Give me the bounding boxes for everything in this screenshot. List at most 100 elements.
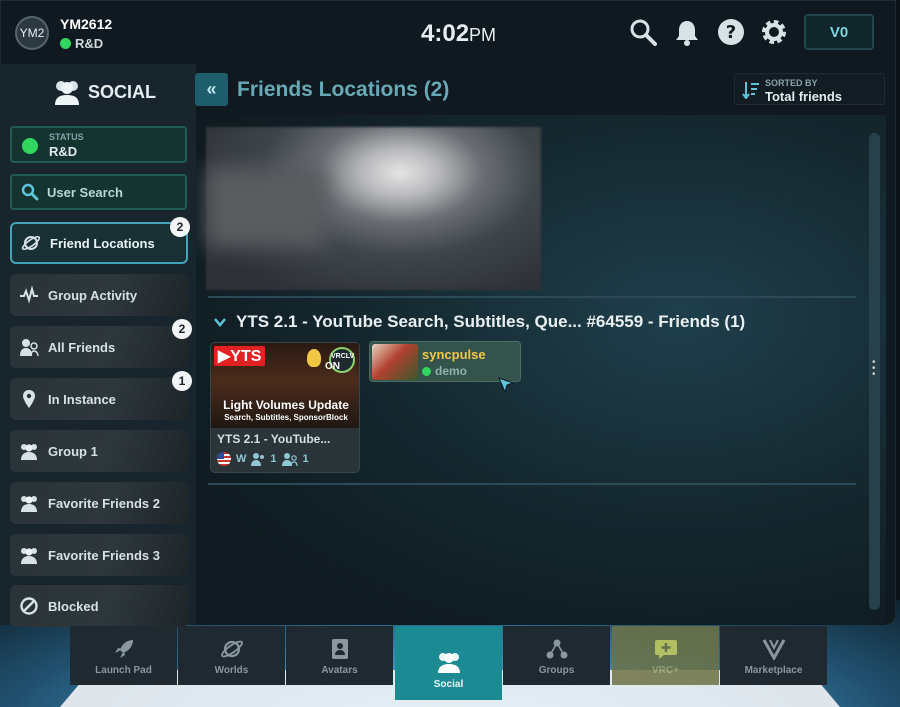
bell-icon[interactable]: [673, 18, 701, 46]
user-icon: [251, 453, 265, 466]
gear-icon[interactable]: [760, 18, 788, 46]
sidebar-item-favorite-friends-3[interactable]: Favorite Friends 3: [10, 534, 188, 576]
sidebar-item-label: Group Activity: [48, 287, 138, 303]
tab-label: Launch Pad: [95, 665, 152, 676]
world-name: YTS 2.1 - YouTube...: [217, 432, 331, 446]
friend-avatar: [372, 344, 418, 380]
friend-locations-panel: YTS 2.1 - YouTube Search, Subtitles, Que…: [196, 115, 886, 625]
group-icon: [19, 493, 39, 513]
vrcplus-icon: [654, 640, 677, 659]
count-badge: 2: [172, 319, 192, 339]
search-icon[interactable]: [629, 18, 657, 46]
friend-name: syncpulse: [422, 347, 486, 362]
avatar[interactable]: YM2: [15, 16, 49, 50]
pin-icon: [19, 389, 39, 409]
tab-marketplace[interactable]: Marketplace: [720, 626, 827, 685]
user-count: 1: [270, 453, 277, 465]
world-thumbnail: ▶YTS VRCLV ON Light Volumes Update Searc…: [211, 343, 359, 428]
sidebar-item-label: Friend Locations: [50, 235, 155, 251]
lightbulb-icon: [307, 349, 321, 367]
clock-ampm: PM: [469, 25, 497, 45]
world-meta: W 1 1: [217, 452, 309, 466]
friend-card[interactable]: syncpulse demo: [369, 341, 521, 382]
tab-launch-pad[interactable]: Launch Pad: [70, 626, 177, 685]
activity-icon: [19, 285, 39, 305]
rocket-icon: [114, 640, 133, 658]
friend-count: 1: [302, 453, 309, 465]
sort-dropdown[interactable]: SORTED BY Total friends: [734, 73, 885, 105]
region-label: W: [236, 453, 247, 465]
sort-icon: [742, 81, 760, 104]
clock: 4:02PM: [421, 20, 496, 48]
status-value: R&D: [49, 144, 78, 159]
search-icon: [21, 183, 39, 201]
sidebar-item-label: Favorite Friends 3: [48, 547, 160, 563]
online-status-dot: [422, 366, 431, 376]
friend-status: demo: [422, 364, 467, 378]
instance-title: YTS 2.1 - YouTube Search, Subtitles, Que…: [236, 312, 746, 331]
group-icon: [19, 545, 39, 565]
cursor-icon: [498, 377, 515, 398]
sorted-by-label: SORTED BY: [765, 78, 818, 88]
planet-icon: [220, 640, 243, 658]
tab-avatars[interactable]: Avatars: [286, 626, 393, 685]
sidebar-item-friend-locations[interactable]: Friend Locations 2: [10, 217, 190, 264]
social-icon: [55, 81, 79, 105]
help-icon[interactable]: ?: [717, 18, 745, 46]
instance-header[interactable]: YTS 2.1 - YouTube Search, Subtitles, Que…: [214, 312, 745, 332]
bottom-tab-bar: Launch Pad Worlds Avatars Social Groups …: [70, 626, 830, 700]
chevron-down-icon: [214, 318, 226, 327]
tab-vrc-plus[interactable]: VRC+: [612, 626, 719, 685]
sidebar-item-favorite-friends-2[interactable]: Favorite Friends 2: [10, 482, 188, 524]
us-flag-icon: [217, 452, 231, 466]
count-badge: 1: [172, 371, 192, 391]
sorted-by-value: Total friends: [765, 89, 843, 104]
tab-label: Groups: [538, 665, 575, 676]
resize-handle[interactable]: • • •: [872, 358, 876, 380]
friends-icon: [19, 337, 39, 357]
sidebar-item-group-1[interactable]: Group 1: [10, 430, 188, 472]
tab-worlds[interactable]: Worlds: [178, 626, 285, 685]
thumbnail-subline: Search, Subtitles, SponsorBlock: [224, 413, 348, 422]
on-label: ON: [325, 361, 340, 372]
social-sidebar: SOCIAL STATUS R&D User Search Friend Loc…: [0, 64, 196, 627]
sidebar-item-label: Group 1: [48, 443, 98, 459]
marketplace-icon: [762, 639, 785, 660]
blurred-preview-image: [206, 127, 541, 290]
tab-social[interactable]: Social: [395, 626, 502, 700]
sidebar-item-group-activity[interactable]: Group Activity: [10, 274, 188, 316]
user-status: R&D: [60, 36, 103, 51]
count-badge: 2: [170, 217, 190, 237]
tab-label: Marketplace: [744, 665, 803, 676]
world-card[interactable]: ▶YTS VRCLV ON Light Volumes Update Searc…: [210, 342, 360, 473]
sidebar-item-blocked[interactable]: Blocked: [10, 585, 188, 627]
tab-label: Avatars: [321, 665, 358, 676]
credits-button[interactable]: V0: [804, 14, 874, 50]
sidebar-item-label: In Instance: [48, 391, 116, 407]
thumbnail-headline: Light Volumes Update: [223, 398, 349, 412]
social-icon: [437, 653, 460, 673]
section-divider: [208, 296, 856, 298]
groups-icon: [546, 639, 567, 659]
clock-time: 4:02: [421, 20, 470, 47]
user-search-label: User Search: [47, 184, 123, 200]
friend-status-text: demo: [435, 364, 468, 378]
sidebar-item-label: Favorite Friends 2: [48, 495, 160, 511]
sidebar-title: SOCIAL: [52, 78, 156, 106]
tab-groups[interactable]: Groups: [503, 626, 610, 685]
online-status-dot: [60, 38, 71, 49]
collapse-sidebar-button[interactable]: «: [195, 73, 228, 106]
sidebar-item-in-instance[interactable]: In Instance 1: [10, 371, 192, 420]
tab-label: Social: [433, 679, 464, 690]
avatar-card-icon: [331, 639, 348, 659]
sidebar-item-label: All Friends: [48, 339, 116, 355]
online-status-dot: [22, 138, 38, 154]
status-selector[interactable]: STATUS R&D: [10, 126, 187, 163]
user-search-button[interactable]: User Search: [10, 174, 187, 210]
svg-text:?: ?: [726, 22, 736, 43]
sidebar-item-all-friends[interactable]: All Friends 2: [10, 319, 192, 368]
sidebar-title-text: SOCIAL: [88, 81, 157, 102]
planet-icon: [21, 233, 41, 253]
user-status-text: R&D: [75, 36, 104, 51]
section-divider: [208, 483, 856, 485]
